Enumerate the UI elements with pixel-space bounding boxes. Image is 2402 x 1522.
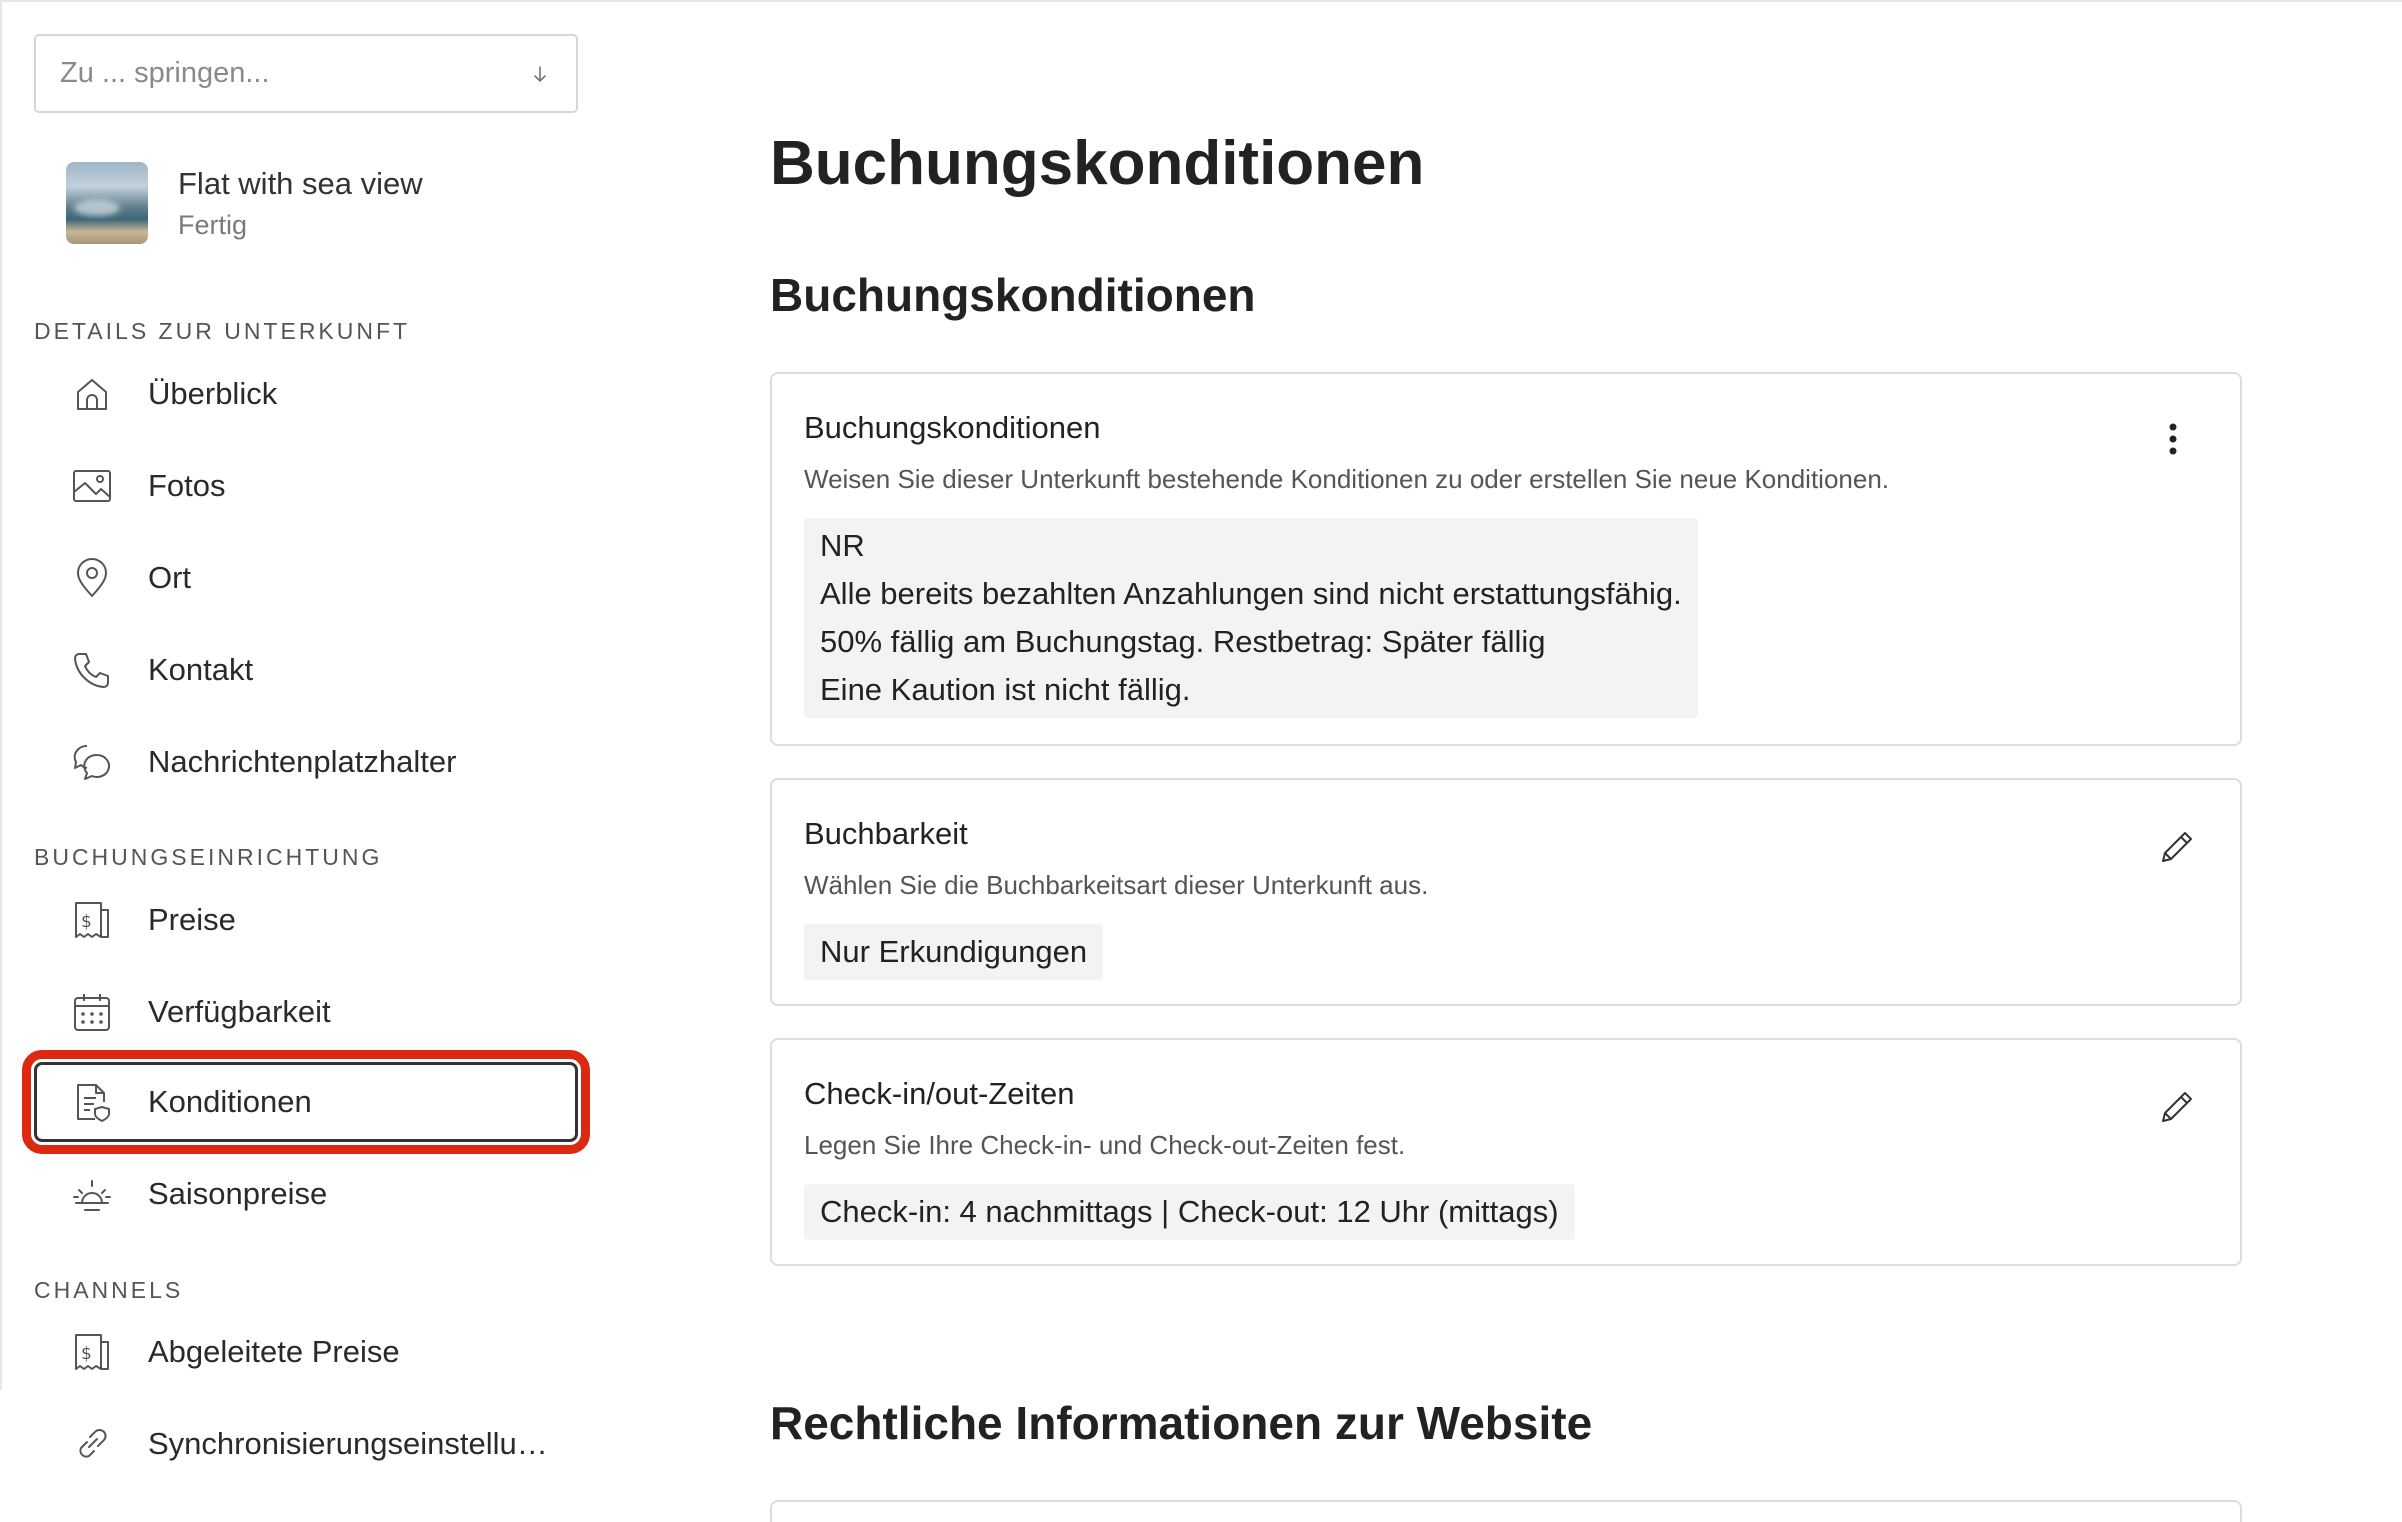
- sidebar-item-overview[interactable]: Überblick: [34, 354, 578, 434]
- calendar-icon: [70, 990, 114, 1034]
- sidebar-item-label: Abgeleitete Preise: [148, 1334, 400, 1369]
- svg-text:$: $: [81, 1344, 92, 1364]
- sidebar-item-label: Preise: [148, 902, 236, 937]
- card-description: Legen Sie Ihre Check-in- und Check-out-Z…: [804, 1130, 1406, 1160]
- price-tag-icon: $: [70, 1330, 114, 1374]
- sidebar-item-label: Verfügbarkeit: [148, 994, 331, 1029]
- card-description: Wählen Sie die Buchbarkeitsart dieser Un…: [804, 870, 1429, 900]
- link-icon: [70, 1422, 114, 1466]
- section-title-legal-info: Rechtliche Informationen zur Website: [770, 1397, 1593, 1449]
- sidebar-item-label: Kontakt: [148, 652, 254, 687]
- sidebar-item-sync-settings[interactable]: Synchronisierungseinstellu…: [34, 1404, 578, 1484]
- sidebar-item-availability[interactable]: Verfügbarkeit: [34, 972, 578, 1052]
- more-vertical-icon: [2169, 423, 2177, 455]
- condition-line: Eine Kaution ist nicht fällig.: [820, 672, 1191, 707]
- property-status: Fertig: [178, 209, 248, 240]
- sidebar-item-contact[interactable]: Kontakt: [34, 630, 578, 710]
- sun-icon: [70, 1172, 114, 1216]
- condition-line: NR: [820, 528, 865, 563]
- price-tag-icon: $: [70, 898, 114, 942]
- sidebar-item-label: Fotos: [148, 468, 226, 503]
- section-heading-booking-setup: BUCHUNGSEINRICHTUNG: [34, 844, 383, 870]
- conditions-summary: NR Alle bereits bezahlten Anzahlungen si…: [804, 518, 1698, 718]
- conditions-card: Buchungskonditionen Weisen Sie dieser Un…: [770, 372, 2242, 746]
- more-options-button[interactable]: [2150, 416, 2196, 462]
- home-icon: [70, 372, 114, 416]
- svg-text:$: $: [81, 912, 92, 932]
- bookability-card: Buchbarkeit Wählen Sie die Buchbarkeitsa…: [770, 778, 2242, 1006]
- arrow-down-icon: [534, 65, 546, 82]
- sidebar-item-prices[interactable]: $ Preise: [34, 880, 578, 960]
- section-heading-channels: CHANNELS: [34, 1277, 184, 1303]
- section-title-booking-conditions: Buchungskonditionen: [770, 269, 1256, 321]
- pencil-icon: [2162, 1092, 2192, 1122]
- card-title: Buchbarkeit: [804, 816, 968, 851]
- condition-line: 50% fällig am Buchungstag. Restbetrag: S…: [820, 624, 1546, 659]
- sidebar-item-conditions[interactable]: Konditionen: [22, 1050, 590, 1154]
- sidebar-item-photos[interactable]: Fotos: [34, 446, 578, 526]
- sidebar-item-label: Konditionen: [148, 1084, 312, 1119]
- sidebar-item-seasonal[interactable]: Saisonpreise: [34, 1154, 578, 1234]
- edit-checkin-button[interactable]: [2154, 1084, 2200, 1130]
- image-icon: [70, 464, 114, 508]
- card-title: Check-in/out-Zeiten: [804, 1076, 1075, 1111]
- edit-bookability-button[interactable]: [2154, 824, 2200, 870]
- legal-info-card: [770, 1500, 2242, 1522]
- card-title: Buchungskonditionen: [804, 410, 1101, 445]
- property-name: Flat with sea view: [178, 165, 423, 201]
- property-thumbnail: [66, 162, 148, 244]
- card-description: Weisen Sie dieser Unterkunft bestehende …: [804, 464, 1890, 494]
- jump-to-placeholder: Zu ... springen...: [60, 57, 270, 89]
- chat-icon: [70, 740, 114, 784]
- sidebar-item-label: Saisonpreise: [148, 1176, 328, 1211]
- phone-icon: [70, 648, 114, 692]
- sidebar-item-label: Überblick: [148, 376, 278, 411]
- sidebar-item-label: Synchronisierungseinstellu…: [148, 1426, 548, 1461]
- checkin-card: Check-in/out-Zeiten Legen Sie Ihre Check…: [770, 1038, 2242, 1266]
- bookability-value: Nur Erkundigungen: [804, 924, 1104, 980]
- checkin-value: Check-in: 4 nachmittags | Check-out: 12 …: [804, 1184, 1575, 1240]
- page-title: Buchungskonditionen: [770, 129, 1425, 198]
- sidebar-item-placeholders[interactable]: Nachrichtenplatzhalter: [34, 722, 578, 802]
- pencil-icon: [2162, 832, 2192, 862]
- condition-line: Alle bereits bezahlten Anzahlungen sind …: [820, 576, 1682, 611]
- property-header[interactable]: Flat with sea view Fertig: [66, 162, 423, 244]
- sidebar-item-label: Nachrichtenplatzhalter: [148, 744, 457, 779]
- sidebar: Zu ... springen... Flat with sea view Fe…: [0, 0, 620, 1522]
- location-pin-icon: [70, 556, 114, 600]
- jump-to-select[interactable]: Zu ... springen...: [34, 34, 578, 113]
- section-heading-details: DETAILS ZUR UNTERKUNFT: [34, 318, 411, 344]
- document-shield-icon: [70, 1080, 114, 1124]
- sidebar-item-label: Ort: [148, 560, 192, 595]
- sidebar-item-derived-prices[interactable]: $ Abgeleitete Preise: [34, 1312, 578, 1392]
- sidebar-item-location[interactable]: Ort: [34, 538, 578, 618]
